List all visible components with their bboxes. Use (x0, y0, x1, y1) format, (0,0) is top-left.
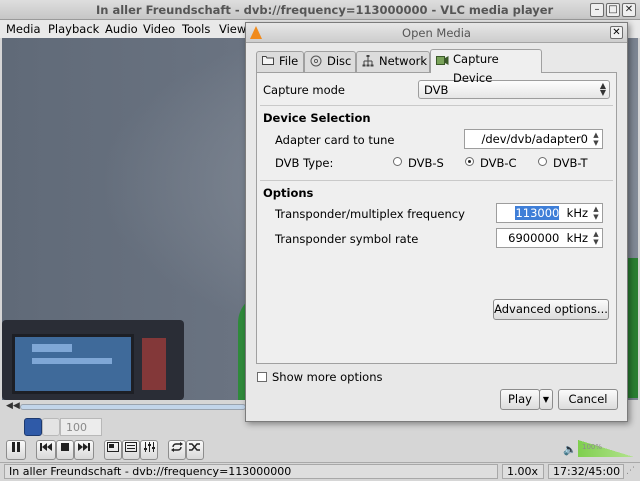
tab-network-label: Network (379, 54, 428, 68)
menu-media[interactable]: Media (6, 22, 41, 36)
seek-back-arrow-icon[interactable]: ◀◀ (6, 401, 20, 411)
close-window-button[interactable]: ✕ (622, 3, 636, 17)
playlist-icon (125, 442, 137, 452)
previous-button[interactable] (36, 440, 56, 460)
loop-button[interactable] (168, 440, 186, 460)
pause-button[interactable] (6, 440, 26, 460)
dvb-s-label[interactable]: DVB-S (408, 156, 444, 170)
zoom-value: 100 (66, 421, 87, 434)
show-more-options-checkbox[interactable] (257, 372, 267, 382)
tab-disc-label: Disc (327, 54, 352, 68)
status-time[interactable]: 17:32/45:00 (548, 464, 624, 479)
tab-capture-device-label: Capture Device (453, 52, 499, 85)
tab-file-label: File (279, 54, 299, 68)
pause-icon (12, 442, 20, 452)
resize-grip-icon[interactable]: ⋰ (626, 466, 635, 476)
menu-tools[interactable]: Tools (182, 22, 210, 36)
menu-audio[interactable]: Audio (105, 22, 138, 36)
open-media-dialog: Open Media ✕ File Disc Network Capture D… (245, 22, 628, 422)
dvb-t-label[interactable]: DVB-T (553, 156, 588, 170)
play-button[interactable]: Play (500, 389, 540, 410)
video-device-display (32, 344, 72, 352)
symbol-rate-spinbox[interactable]: 6900000 kHz ▲ ▼ (496, 228, 603, 248)
shuffle-button[interactable] (186, 440, 204, 460)
snapshot-icon[interactable] (42, 418, 60, 436)
dvb-t-radio[interactable] (538, 157, 547, 166)
dvb-type-label: DVB Type: (275, 156, 334, 170)
dvb-c-radio[interactable] (465, 157, 474, 166)
status-title: In aller Freundschaft - dvb://frequency=… (4, 464, 498, 479)
dialog-close-button[interactable]: ✕ (610, 26, 623, 39)
spin-arrows-icon[interactable]: ▲ ▼ (591, 131, 601, 147)
cancel-button[interactable]: Cancel (558, 389, 618, 410)
minimize-button[interactable]: – (590, 3, 604, 17)
frame-by-frame-icon[interactable] (24, 418, 42, 436)
adapter-spinbox[interactable]: /dev/dvb/adapter0 ▲ ▼ (464, 129, 603, 149)
video-device-buttons (142, 338, 166, 390)
tab-capture-device[interactable]: Capture Device (430, 49, 542, 85)
video-device-display-line (32, 358, 112, 364)
advanced-options-button[interactable]: Advanced options... (493, 299, 609, 320)
capture-mode-value: DVB (424, 83, 449, 97)
folder-icon (262, 55, 275, 67)
frequency-label: Transponder/multiplex frequency (275, 207, 465, 221)
status-speed[interactable]: 1.00x (502, 464, 544, 479)
zoom-spinbox[interactable]: 100 (60, 418, 102, 436)
adapter-label: Adapter card to tune (275, 133, 395, 147)
menu-view[interactable]: View (219, 22, 246, 36)
shuffle-icon (189, 443, 200, 451)
tab-network[interactable]: Network (356, 51, 430, 72)
symbol-rate-value: 6900000 (508, 231, 560, 245)
dialog-titlebar: Open Media ✕ (246, 23, 627, 43)
dvb-c-label[interactable]: DVB-C (480, 156, 517, 170)
chevron-down-icon: ▼ (542, 395, 550, 404)
frequency-spinbox[interactable]: 113000 kHz ▲ ▼ (496, 203, 603, 223)
separator (260, 105, 613, 106)
spin-arrows-icon[interactable]: ▲ ▼ (591, 230, 601, 246)
capture-mode-label: Capture mode (263, 83, 345, 97)
volume-speaker-icon[interactable]: 🔈 (563, 443, 577, 456)
separator (260, 180, 613, 181)
tab-disc[interactable]: Disc (304, 51, 356, 72)
stop-button[interactable] (56, 440, 74, 460)
volume-percent: 100% (582, 443, 603, 451)
adapter-value: /dev/dvb/adapter0 (481, 132, 588, 146)
window-title: In aller Freundschaft - dvb://frequency=… (96, 3, 554, 17)
dialog-title: Open Media (402, 26, 471, 40)
menu-playback[interactable]: Playback (48, 22, 99, 36)
extended-settings-button[interactable] (140, 440, 158, 460)
capture-device-icon (436, 55, 449, 67)
symbol-rate-unit: kHz (563, 231, 588, 245)
network-icon (362, 55, 375, 67)
fullscreen-icon (107, 442, 119, 452)
next-button[interactable] (74, 440, 94, 460)
vlc-titlebar: In aller Freundschaft - dvb://frequency=… (0, 0, 640, 20)
video-device-screen (12, 334, 134, 394)
playback-controls (0, 438, 640, 462)
frequency-value: 113000 (515, 206, 560, 220)
device-selection-heading: Device Selection (263, 111, 371, 125)
spin-arrows-icon[interactable]: ▲ ▼ (591, 205, 601, 221)
tab-file[interactable]: File (256, 51, 304, 72)
loop-icon (171, 442, 183, 452)
next-icon (78, 443, 90, 451)
dvb-s-radio[interactable] (393, 157, 402, 166)
previous-icon (40, 443, 52, 451)
options-heading: Options (263, 186, 314, 200)
frequency-unit: kHz (563, 206, 588, 220)
show-more-options-label[interactable]: Show more options (272, 370, 383, 384)
capture-mode-select[interactable]: DVB ▲ ▼ (418, 80, 610, 99)
equalizer-icon (144, 442, 155, 452)
disc-icon (310, 55, 323, 67)
menu-video[interactable]: Video (143, 22, 175, 36)
symbol-rate-label: Transponder symbol rate (275, 232, 419, 246)
seek-slider[interactable] (20, 404, 246, 410)
stop-icon (61, 443, 69, 451)
playlist-button[interactable] (122, 440, 140, 460)
play-dropdown-button[interactable]: ▼ (539, 389, 553, 410)
combo-arrows-icon: ▲ ▼ (599, 81, 606, 97)
fullscreen-button[interactable] (104, 440, 122, 460)
maximize-button[interactable]: □ (606, 3, 620, 17)
